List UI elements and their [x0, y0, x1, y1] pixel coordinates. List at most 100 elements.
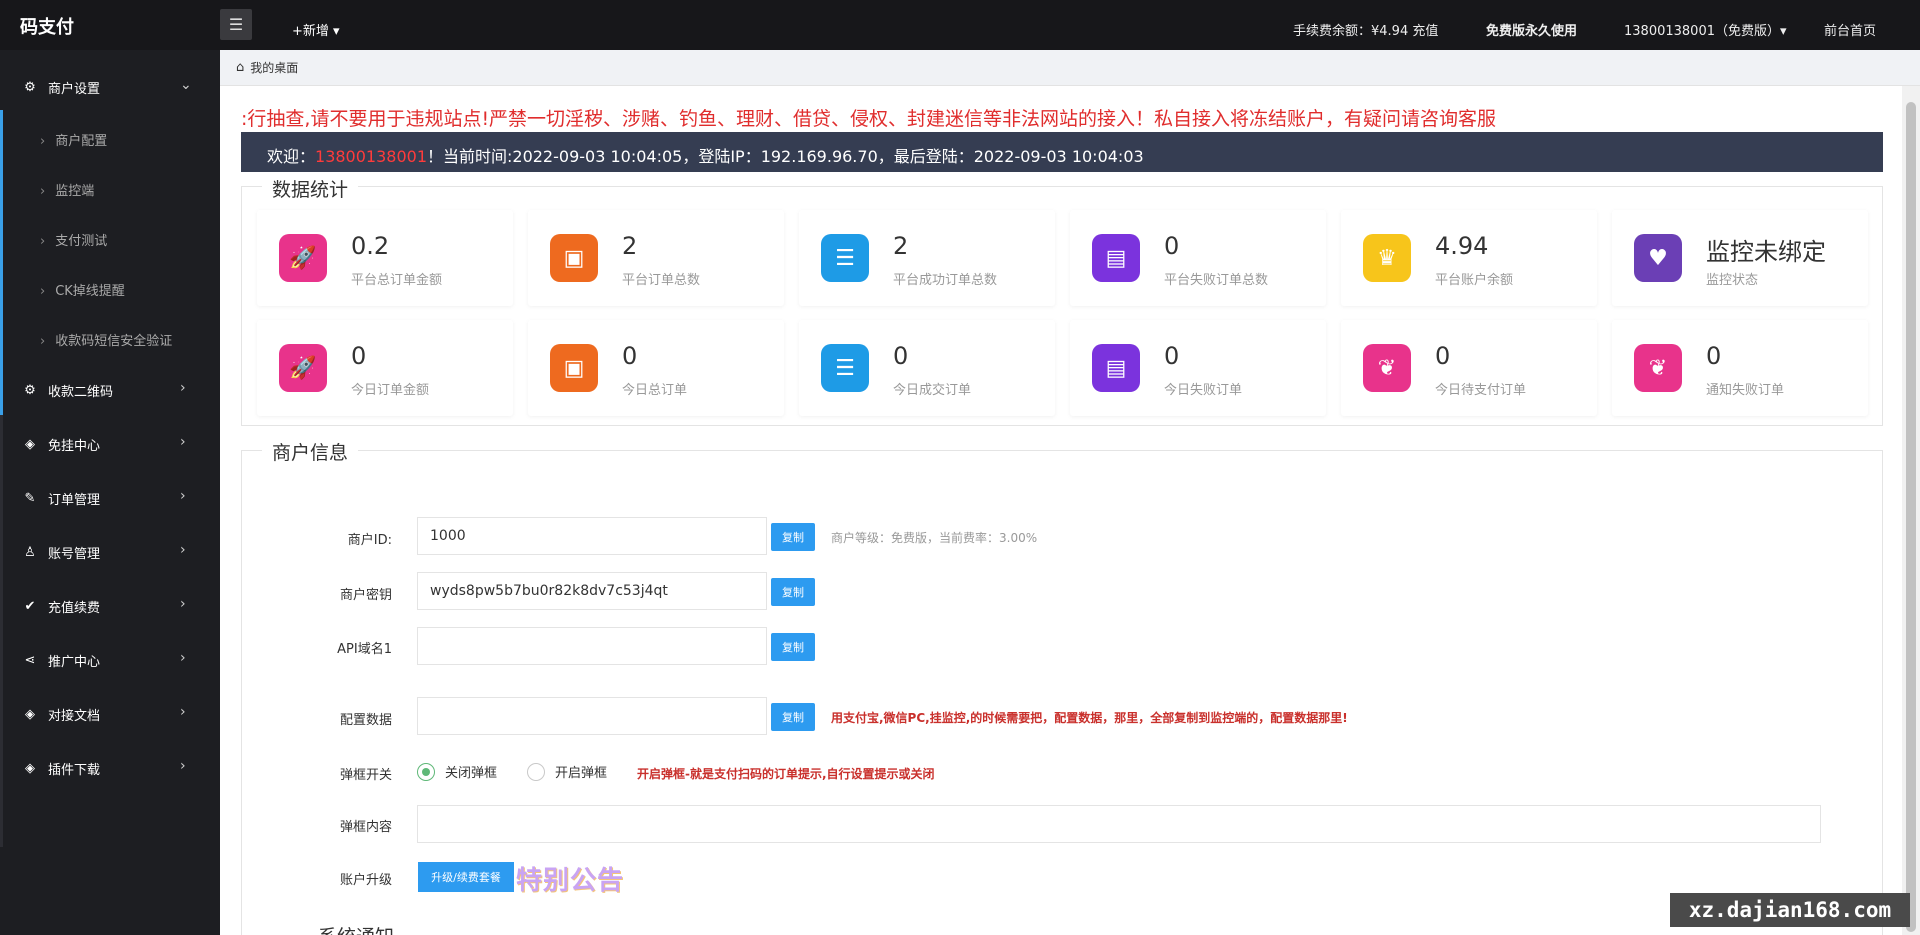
stat-card: ▤ 0 今日失败订单	[1070, 320, 1326, 416]
cube-icon: ◈	[25, 706, 35, 722]
plan-label: 免费版永久使用	[1486, 24, 1578, 39]
stat-value: 监控未绑定	[1706, 238, 1826, 266]
stat-value: 0	[351, 342, 367, 370]
marquee-notice: :行抽查,请不要用于违规站点!严禁一切淫秽、涉赌、钓鱼、理财、借贷、侵权、封建迷…	[241, 108, 1497, 130]
merchant-legend: 商户信息	[262, 438, 359, 465]
merchant-id-label: 商户ID:	[347, 533, 392, 548]
system-notice-title: 系统通知	[318, 922, 394, 935]
flame-icon: ❦	[1634, 344, 1682, 392]
cube-icon: ◈	[25, 760, 35, 776]
sidebar: ⚙ 商户设置 ⌄ 商户配置 监控端 支付测试 CK掉线提醒 收款码短信安全验证 …	[0, 50, 220, 935]
stat-label: 今日成交订单	[893, 383, 972, 398]
chevron-down-icon: ⌄	[180, 77, 192, 93]
stat-value: 2	[893, 232, 909, 260]
copy-key-button[interactable]: 复制	[771, 578, 815, 606]
jar-icon: ▤	[1092, 344, 1140, 392]
sidebar-active-indicator	[0, 110, 3, 415]
sidebar-item-label: 收款二维码	[48, 384, 114, 400]
sidebar-item-merchant-settings[interactable]: ⚙ 商户设置	[22, 77, 100, 97]
popup-content-label: 弹框内容	[339, 820, 392, 835]
sidebar-item-qrcode[interactable]: ⚙ 收款二维码	[22, 380, 113, 400]
welcome-info: ！当前时间:2022-09-03 10:04:05，登陆IP：192.169.9…	[427, 147, 1144, 166]
sidebar-subitem-monitor[interactable]: 监控端	[40, 180, 94, 199]
special-notice-link[interactable]: 特别公告	[516, 860, 624, 897]
stat-card: ☰ 2 平台成功订单总数	[799, 210, 1055, 306]
user-menu[interactable]: 13800138001（免费版）▾	[1624, 20, 1787, 39]
gear-icon: ⚙	[24, 382, 36, 398]
home-icon: ⌂	[236, 60, 245, 75]
sidebar-item-label: 插件下载	[48, 762, 101, 778]
sidebar-item-label: 充值续费	[48, 600, 101, 616]
copy-api-button[interactable]: 复制	[771, 633, 815, 661]
stat-value: 0	[1706, 342, 1722, 370]
popup-on-radio[interactable]: 开启弹框	[527, 762, 607, 781]
sidebar-subitem-ck-alert[interactable]: CK掉线提醒	[40, 280, 125, 299]
frontpage-link[interactable]: 前台首页	[1824, 20, 1876, 39]
sidebar-item-promotion[interactable]: ⋖ 推广中心	[22, 650, 100, 670]
cube-icon: ◈	[25, 436, 35, 452]
api-domain-field[interactable]	[417, 627, 767, 665]
sidebar-item-label: 商户设置	[48, 81, 101, 97]
sidebar-subitem-merchant-config[interactable]: 商户配置	[40, 130, 107, 149]
api-domain-label: API域名1	[337, 642, 392, 657]
app-logo: 码支付	[20, 17, 74, 38]
sidebar-item-accounts[interactable]: ♙ 账号管理	[22, 542, 100, 562]
popup-off-radio[interactable]: 关闭弹框	[417, 762, 497, 781]
stat-label: 今日失败订单	[1164, 383, 1243, 398]
radio-label: 开启弹框	[555, 766, 608, 781]
chevron-right-icon: ›	[180, 704, 186, 720]
copy-config-button[interactable]: 复制	[771, 703, 815, 731]
config-data-field[interactable]	[417, 697, 767, 735]
popup-content-field[interactable]	[417, 805, 1821, 843]
watermark: xz.dajian168.com	[1670, 893, 1910, 927]
stat-value: 0	[622, 342, 638, 370]
sidebar-subitem-pay-test[interactable]: 支付测试	[40, 230, 107, 249]
fee-balance-link[interactable]: 手续费余额：¥4.94 充值	[1293, 20, 1438, 39]
stat-card: 🚀 0.2 平台总订单金额	[257, 210, 513, 306]
stat-card: ▣ 2 平台订单总数	[528, 210, 784, 306]
welcome-bar: 欢迎：13800138001！当前时间:2022-09-03 10:04:05，…	[241, 132, 1883, 172]
stat-value: 0.2	[351, 232, 390, 260]
hamburger-icon: ☰	[228, 15, 244, 34]
chevron-right-icon: ›	[180, 596, 186, 612]
sidebar-item-orders[interactable]: ✎ 订单管理	[22, 488, 100, 508]
add-new-menu[interactable]: +新增 ▾	[292, 20, 340, 39]
stat-label: 通知失败订单	[1706, 383, 1785, 398]
heart-icon: ♥	[1634, 234, 1682, 282]
sidebar-item-label: 账号管理	[48, 546, 101, 562]
tab-my-desktop[interactable]: ⌂ 我的桌面	[236, 59, 298, 76]
top-bar: 码支付 ☰ +新增 ▾ 手续费余额：¥4.94 充值 免费版永久使用 13800…	[0, 0, 1920, 50]
sidebar-item-free-hang[interactable]: ◈ 免挂中心	[22, 434, 100, 454]
chevron-right-icon: ›	[180, 758, 186, 774]
merchant-id-field[interactable]: 1000	[417, 517, 767, 555]
merchant-key-field[interactable]: wyds8pw5b7bu0r82k8dv7c53j4qt	[417, 572, 767, 610]
stat-value: 0	[1164, 342, 1180, 370]
sidebar-item-docs[interactable]: ◈ 对接文档	[22, 704, 100, 724]
stat-label: 平台总订单金额	[351, 273, 443, 288]
stat-label: 今日总订单	[622, 383, 688, 398]
edit-icon: ✎	[24, 490, 36, 506]
stat-card: ❦ 0 今日待支付订单	[1341, 320, 1597, 416]
menu-toggle-button[interactable]: ☰	[220, 9, 252, 40]
tab-label: 我的桌面	[250, 61, 299, 75]
chevron-right-icon: ›	[180, 434, 186, 450]
welcome-account: 13800138001	[315, 147, 427, 166]
stat-card: ❦ 0 通知失败订单	[1612, 320, 1868, 416]
scrollbar[interactable]	[1902, 86, 1920, 935]
crown-icon: ♛	[1363, 234, 1411, 282]
stat-card: ☰ 0 今日成交订单	[799, 320, 1055, 416]
sidebar-item-plugins[interactable]: ◈ 插件下载	[22, 758, 100, 778]
sidebar-subitem-sms-verify[interactable]: 收款码短信安全验证	[40, 330, 172, 349]
stat-card: 🚀 0 今日订单金额	[257, 320, 513, 416]
chevron-right-icon: ›	[180, 650, 186, 666]
sidebar-item-recharge[interactable]: ✔ 充值续费	[22, 596, 100, 616]
upgrade-button[interactable]: 升级/续费套餐	[418, 862, 514, 892]
stat-label: 平台失败订单总数	[1164, 273, 1269, 288]
stat-value: 2	[622, 232, 638, 260]
breadcrumb: ⌂ 我的桌面	[220, 50, 1920, 86]
stat-value: 0	[893, 342, 909, 370]
user-icon: ♙	[24, 544, 36, 560]
rocket-icon: 🚀	[279, 344, 327, 392]
copy-id-button[interactable]: 复制	[771, 523, 815, 551]
scrollbar-thumb[interactable]	[1906, 102, 1916, 932]
